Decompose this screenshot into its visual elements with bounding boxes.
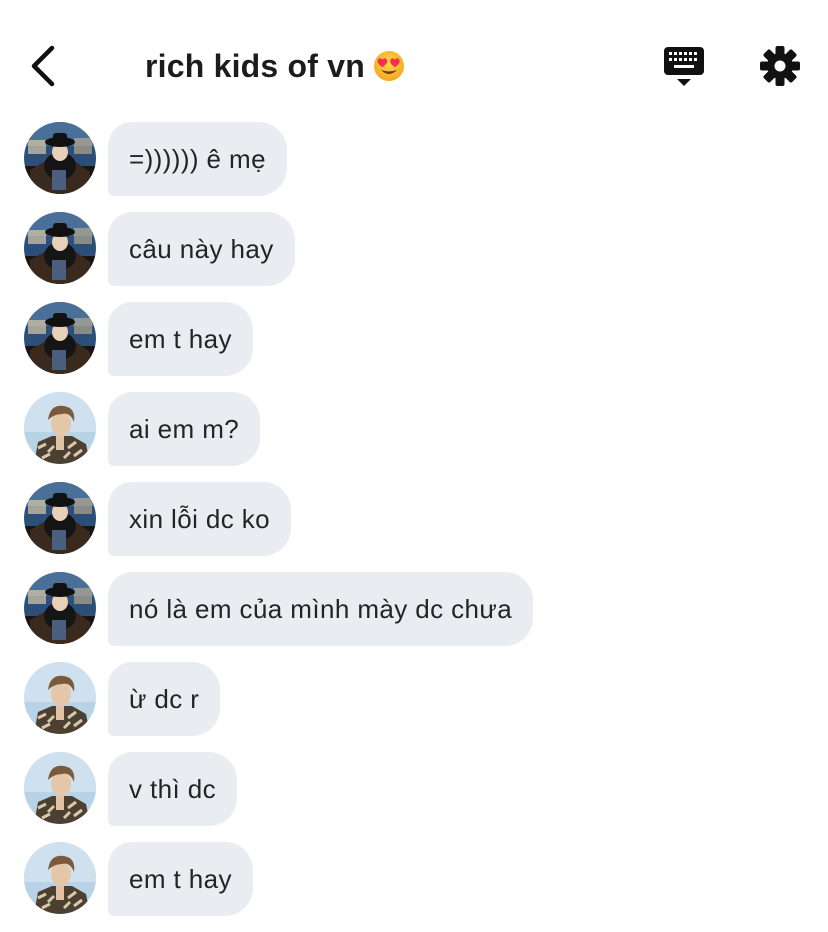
keyboard-icon — [664, 47, 704, 86]
gear-icon — [760, 46, 800, 86]
message-row: em t hay — [0, 302, 828, 392]
chevron-left-icon — [31, 45, 55, 87]
message-bubble[interactable]: ai em m? — [108, 392, 261, 466]
keyboard-button[interactable] — [660, 44, 708, 90]
message-bubble[interactable]: v thì dc — [108, 752, 238, 826]
message-bubble[interactable]: xin lỗi dc ko — [108, 482, 292, 556]
message-bubble[interactable]: em t hay — [108, 842, 253, 916]
message-row: em t hay — [0, 842, 828, 932]
avatar[interactable] — [24, 572, 96, 644]
avatar[interactable] — [24, 212, 96, 284]
message-row: ai em m? — [0, 392, 828, 482]
smiling-face-with-heart-eyes-icon — [373, 50, 405, 82]
message-row: nó là em của mình mày dc chưa — [0, 572, 828, 662]
avatar[interactable] — [24, 122, 96, 194]
chat-title-text: rich kids of vn — [145, 48, 365, 84]
chat-header: rich kids of vn — [0, 0, 828, 112]
message-list: =)))))) ê mẹ câu này hay em t hay ai em … — [0, 122, 828, 932]
avatar[interactable] — [24, 662, 96, 734]
back-button[interactable] — [24, 44, 64, 88]
avatar[interactable] — [24, 302, 96, 374]
message-bubble[interactable]: =)))))) ê mẹ — [108, 122, 287, 196]
message-bubble[interactable]: nó là em của mình mày dc chưa — [108, 572, 534, 646]
message-row: v thì dc — [0, 752, 828, 842]
avatar[interactable] — [24, 842, 96, 914]
message-row: câu này hay — [0, 212, 828, 302]
chat-title: rich kids of vn — [145, 48, 405, 85]
avatar[interactable] — [24, 482, 96, 554]
message-bubble[interactable]: câu này hay — [108, 212, 295, 286]
settings-button[interactable] — [757, 43, 803, 89]
avatar[interactable] — [24, 392, 96, 464]
message-row: ừ dc r — [0, 662, 828, 752]
avatar[interactable] — [24, 752, 96, 824]
message-row: xin lỗi dc ko — [0, 482, 828, 572]
message-bubble[interactable]: ừ dc r — [108, 662, 221, 736]
message-row: =)))))) ê mẹ — [0, 122, 828, 212]
message-bubble[interactable]: em t hay — [108, 302, 253, 376]
